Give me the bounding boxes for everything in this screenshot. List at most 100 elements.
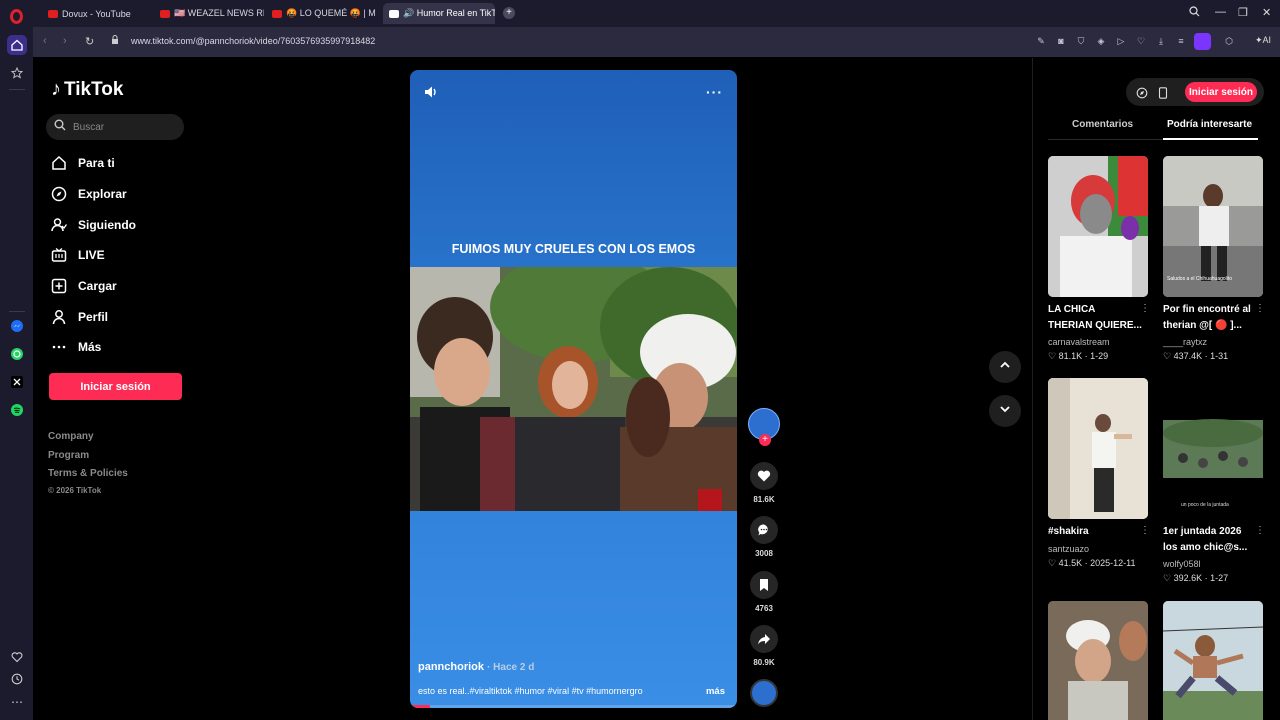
suggested-video-thumbnail[interactable] — [1163, 601, 1263, 720]
card-options-dots-icon[interactable]: ⋮ — [1140, 525, 1150, 536]
pinboard-star-icon[interactable] — [7, 63, 27, 83]
video-player[interactable]: ··· FUIMOS MUY CRUELES CON LOS EMOS pann… — [410, 70, 737, 708]
footer-company-link[interactable]: Company — [48, 431, 94, 442]
video-description[interactable]: esto es real..#viraltiktok #humor #viral… — [418, 686, 643, 696]
back-arrow-icon[interactable]: ‹ — [43, 35, 47, 47]
tab-weazel-news[interactable]: 🇺🇸 WEAZEL NEWS REP — [154, 3, 264, 24]
aria-ai-button[interactable]: ✦AI — [1255, 35, 1271, 46]
extensions-icon[interactable]: ⬡ — [1223, 35, 1235, 47]
share-arrow-icon[interactable] — [750, 625, 778, 653]
sidebar-divider — [9, 311, 25, 312]
comment-bubble-icon[interactable] — [750, 516, 778, 544]
close-window-icon[interactable]: ✕ — [1262, 6, 1271, 19]
card-options-dots-icon[interactable]: ⋮ — [1255, 525, 1265, 536]
easy-setup-menu-icon[interactable]: ≡ — [1175, 35, 1187, 47]
save-action[interactable]: 4763 — [750, 571, 778, 613]
tab-youtube-dovux[interactable]: Dovux - YouTube — [42, 3, 152, 24]
share-action[interactable]: 80.9K — [750, 625, 778, 667]
nav-item-mas[interactable]: Más — [50, 336, 101, 358]
search-input[interactable]: Buscar — [46, 114, 184, 140]
whatsapp-icon[interactable] — [7, 344, 27, 364]
url-field[interactable]: www.tiktok.com/@pannchoriok/video/760357… — [131, 36, 375, 46]
nav-item-siguiendo[interactable]: Siguiendo — [50, 214, 136, 236]
heart-icon[interactable] — [750, 462, 778, 490]
suggested-video-thumbnail[interactable] — [1048, 378, 1148, 519]
minimize-icon[interactable]: — — [1215, 6, 1226, 18]
vpn-icon[interactable]: ◈ — [1095, 35, 1107, 47]
download-icon[interactable]: ⤓ — [1155, 35, 1167, 47]
comment-action[interactable]: 3008 — [750, 516, 778, 558]
compass-icon — [50, 185, 68, 203]
player-play-icon[interactable]: ▷ — [1115, 35, 1127, 47]
camera-snapshot-icon[interactable]: ◙ — [1055, 35, 1067, 47]
card-username[interactable]: ____raytxz — [1163, 337, 1207, 347]
edit-icon[interactable]: ✎ — [1035, 35, 1047, 47]
speed-dial-home-icon[interactable] — [7, 35, 27, 55]
video-progress-bar[interactable] — [410, 705, 737, 708]
tab-lo-queme[interactable]: 🤬 LO QUEMÉ 🤬 | MEJO — [266, 3, 376, 24]
card-options-dots-icon[interactable]: ⋮ — [1255, 303, 1265, 314]
music-disc-icon[interactable] — [750, 679, 778, 707]
suggested-video-thumbnail[interactable] — [1048, 601, 1148, 720]
messenger-icon[interactable] — [7, 316, 27, 336]
author-username[interactable]: pannchoriok — [418, 661, 484, 673]
device-phone-icon[interactable] — [1158, 86, 1168, 104]
video-options-dots-icon[interactable]: ··· — [706, 84, 723, 100]
suggested-video-thumbnail[interactable] — [1048, 156, 1148, 297]
card-stats: ♡ 41.5K · 2025-12-11 — [1048, 558, 1136, 568]
creator-avatar[interactable]: + — [748, 408, 780, 446]
suggested-video-title: Por fin encontré al therian @[ 🔴 ]... — [1163, 304, 1251, 331]
reload-icon[interactable]: ↻ — [85, 35, 94, 48]
nav-item-perfil[interactable]: Perfil — [50, 306, 108, 328]
shield-icon[interactable]: ⛉ — [1075, 35, 1087, 47]
follow-plus-icon[interactable]: + — [759, 434, 771, 446]
nav-item-cargar[interactable]: Cargar — [50, 275, 117, 297]
history-clock-icon[interactable] — [7, 669, 27, 689]
home-icon — [50, 154, 68, 172]
next-video-button[interactable] — [989, 395, 1021, 427]
card-username[interactable]: santzuazo — [1048, 544, 1089, 554]
favorites-heart-icon[interactable] — [7, 647, 27, 667]
profile-avatar-icon[interactable] — [1194, 33, 1211, 50]
card-username[interactable]: wolfy058l — [1163, 559, 1201, 569]
search-tabs-icon[interactable] — [1189, 6, 1200, 20]
search-icon — [54, 118, 66, 136]
tiktok-logo[interactable]: ♪ TikTok — [51, 78, 123, 101]
compass-small-icon[interactable] — [1136, 86, 1148, 104]
sidebar-divider — [9, 89, 25, 90]
bookmark-icon[interactable] — [750, 571, 778, 599]
tab-podria-interesarte[interactable]: Podría interesarte — [1167, 119, 1252, 130]
volume-icon[interactable] — [423, 84, 439, 105]
spotify-icon[interactable] — [7, 400, 27, 420]
login-button[interactable]: Iniciar sesión — [49, 373, 182, 400]
new-tab-plus-icon[interactable]: + — [503, 7, 515, 19]
nav-item-explorar[interactable]: Explorar — [50, 183, 127, 205]
heart-outline-icon: ♡ — [1163, 351, 1172, 361]
tab-comentarios[interactable]: Comentarios — [1072, 119, 1133, 130]
opera-logo-icon[interactable] — [10, 9, 23, 24]
more-description-link[interactable]: más — [706, 686, 725, 697]
tab-tiktok-humor-real[interactable]: 🔊 Humor Real en TikTok — [383, 3, 495, 24]
video-author: pannchoriok · Hace 2 d — [418, 661, 534, 673]
like-action[interactable]: 81.6K — [750, 462, 778, 504]
nav-item-live[interactable]: LIVE — [50, 244, 105, 266]
x-twitter-icon[interactable] — [7, 372, 27, 392]
nav-item-para-ti[interactable]: Para ti — [50, 152, 115, 174]
previous-video-button[interactable] — [989, 351, 1021, 383]
save-count: 4763 — [755, 604, 773, 613]
upload-icon — [50, 277, 68, 295]
card-options-dots-icon[interactable]: ⋮ — [1140, 303, 1150, 314]
footer-program-link[interactable]: Program — [48, 450, 89, 461]
progress-fill — [410, 705, 430, 708]
forward-arrow-icon[interactable]: › — [63, 35, 67, 47]
more-dots-icon[interactable]: ⋯ — [7, 692, 27, 712]
right-login-button[interactable]: Iniciar sesión — [1185, 82, 1257, 102]
card-username[interactable]: carnavalstream — [1048, 337, 1110, 347]
maximize-icon[interactable]: ❐ — [1238, 6, 1248, 19]
thumb-caption: Saludos a el Chihuahuagolito — [1167, 276, 1232, 282]
suggested-video-thumbnail[interactable]: Saludos a el Chihuahuagolito — [1163, 156, 1263, 297]
suggested-video-thumbnail[interactable]: un poco de la juntada — [1163, 378, 1263, 519]
bookmark-heart-icon[interactable]: ♡ — [1135, 35, 1147, 47]
footer-terms-link[interactable]: Terms & Policies — [48, 468, 128, 479]
lock-icon — [111, 35, 119, 47]
